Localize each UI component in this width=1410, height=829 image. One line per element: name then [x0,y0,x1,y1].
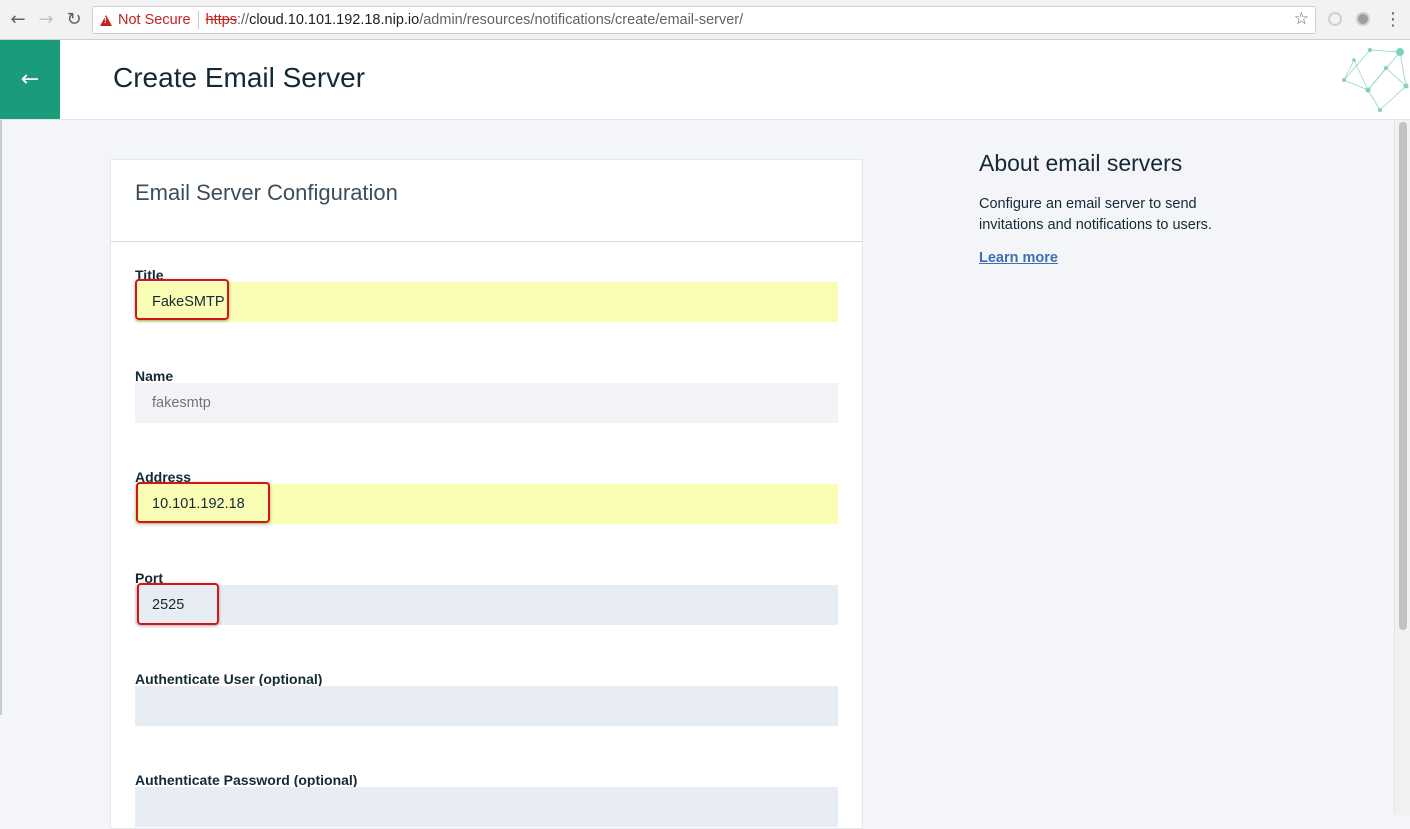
browser-toolbar: ← → ↻ Not Secure https://cloud.10.101.19… [0,0,1410,40]
auth-user-field: Authenticate User (optional) [135,670,838,726]
page-scrollbar[interactable] [1394,120,1410,815]
profile-extension-icon[interactable] [1356,12,1370,26]
about-title: About email servers [979,150,1183,176]
url-host: cloud.10.101.192.18.nip.io [249,12,420,28]
app-header: ← Create Email Server [0,40,1410,120]
learn-more-link[interactable]: Learn more [979,250,1058,266]
name-field: Name [135,367,838,423]
omnibox-separator [197,11,199,29]
port-input[interactable] [135,585,838,625]
left-gutter [0,120,2,715]
card-title: Email Server Configuration [135,180,398,205]
email-server-form-card: Email Server Configuration Title Name Ad… [110,159,863,829]
title-field: Title [135,266,838,322]
url-scheme: https [205,12,237,28]
arrow-left-icon: ← [20,67,40,92]
name-input[interactable] [135,383,838,423]
address-input[interactable] [135,484,838,524]
page-title: Create Email Server [113,62,366,93]
about-panel: About email servers Configure an email s… [979,150,1239,267]
auth-password-input[interactable] [135,787,838,827]
address-bar[interactable]: Not Secure https://cloud.10.101.192.18.n… [92,6,1316,34]
extension-icon[interactable] [1328,12,1342,26]
warning-icon [100,14,112,26]
auth-password-field: Authenticate Password (optional) [135,771,838,827]
security-label: Not Secure [118,12,191,28]
back-arrow-icon[interactable]: ← [8,9,28,31]
bookmark-star-icon[interactable]: ☆ [1294,9,1309,29]
about-description: Configure an email server to send invita… [979,196,1212,233]
card-header: Email Server Configuration [111,160,862,242]
auth-user-input[interactable] [135,686,838,726]
forward-arrow-icon[interactable]: → [36,9,56,31]
url-path: /admin/resources/notifications/create/em… [419,12,744,28]
port-field: Port [135,569,838,625]
browser-menu-icon[interactable]: ⋮ [1384,8,1402,32]
reload-icon[interactable]: ↻ [64,9,84,31]
url-scheme-separator: :// [236,12,250,28]
address-field: Address [135,468,838,524]
title-input[interactable] [135,282,838,322]
back-button[interactable]: ← [0,40,60,119]
network-graph-icon [1342,48,1409,112]
scrollbar-thumb[interactable] [1399,122,1407,630]
